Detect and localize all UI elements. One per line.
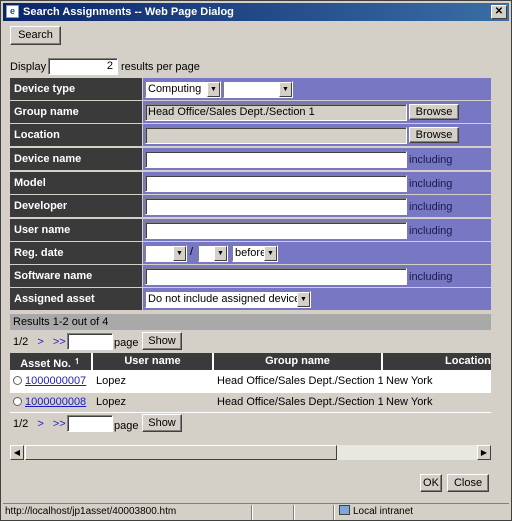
group-name-field[interactable]: Head Office/Sales Dept./Section 1 — [145, 104, 407, 121]
model-label: Model — [10, 172, 142, 194]
scroll-left-icon[interactable]: ◀ — [10, 445, 24, 460]
user-name-input[interactable] — [145, 222, 407, 239]
chevron-down-icon: ▼ — [297, 292, 310, 307]
row-model: Model including — [10, 172, 491, 194]
dialog-window: e Search Assignments -- Web Page Dialog … — [0, 0, 512, 521]
results-table: Asset No. ↿ User name Group name Locatio… — [10, 353, 491, 413]
user-name-match-label: including — [409, 225, 453, 237]
row-reg-date: Reg. date ▼ / ▼ before ▼ — [10, 242, 491, 264]
device-subtype-select[interactable]: ▼ — [223, 81, 293, 98]
close-window-button[interactable]: ✕ — [491, 5, 507, 19]
asset-no-link[interactable]: 1000000007 — [25, 375, 86, 387]
device-type-select[interactable]: Computing ▼ — [145, 81, 221, 98]
results-per-page-label: results per page — [121, 61, 200, 73]
next-page-link[interactable]: > — [37, 336, 43, 348]
location-cell: New York — [383, 393, 491, 412]
show-page-button[interactable]: Show — [142, 414, 182, 432]
col-user-name[interactable]: User name — [93, 353, 213, 370]
last-page-link[interactable]: >> — [53, 418, 66, 430]
row-group-name: Group name Head Office/Sales Dept./Secti… — [10, 101, 491, 123]
results-per-page-input[interactable]: 2 — [48, 58, 118, 75]
device-name-label: Device name — [10, 148, 142, 170]
window-title: Search Assignments -- Web Page Dialog — [23, 6, 234, 18]
location-cell: New York — [383, 372, 491, 391]
results-summary: Results 1-2 out of 4 — [10, 314, 491, 330]
group-name-cell: Head Office/Sales Dept./Section 1 — [214, 372, 384, 391]
reg-date-label: Reg. date — [10, 242, 142, 264]
status-url: http://localhost/jp1asset/40003800.htm — [5, 506, 177, 517]
display-label: Display — [10, 61, 47, 73]
page-number-input[interactable] — [67, 415, 113, 432]
chevron-down-icon: ▼ — [214, 246, 227, 261]
group-browse-button[interactable]: Browse — [409, 104, 459, 120]
model-match-label: including — [409, 178, 453, 190]
ok-button[interactable]: OK — [420, 474, 442, 492]
group-name-label: Group name — [10, 101, 142, 123]
chevron-down-icon: ▼ — [264, 246, 277, 261]
row-assigned-asset: Assigned asset Do not include assigned d… — [10, 288, 491, 310]
group-name-cell: Head Office/Sales Dept./Section 1 — [214, 393, 384, 412]
row-select-radio[interactable] — [13, 397, 22, 406]
horizontal-scrollbar[interactable]: ◀ ▶ — [10, 445, 491, 460]
device-name-input[interactable] — [145, 151, 407, 168]
developer-input[interactable] — [145, 198, 407, 215]
pager-bottom: 1/2 > >> — [13, 415, 66, 433]
reg-date-month-select[interactable]: ▼ — [145, 245, 187, 262]
close-button[interactable]: Close — [447, 474, 489, 492]
table-row: 1000000007 — [10, 372, 93, 391]
sort-indicator-icon: ↿ — [74, 357, 81, 366]
assigned-asset-label: Assigned asset — [10, 288, 142, 310]
show-page-button[interactable]: Show — [142, 332, 182, 350]
asset-no-link[interactable]: 1000000008 — [25, 396, 86, 408]
col-asset-no[interactable]: Asset No. ↿ — [10, 353, 92, 370]
chevron-down-icon: ▼ — [173, 246, 186, 261]
pager-top: 1/2 > >> — [13, 333, 66, 351]
software-name-label: Software name — [10, 265, 142, 287]
title-bar: e Search Assignments -- Web Page Dialog … — [3, 3, 509, 21]
scroll-right-icon[interactable]: ▶ — [477, 445, 491, 460]
ie-page-icon: e — [6, 5, 19, 18]
software-name-input[interactable] — [145, 268, 407, 285]
row-select-radio[interactable] — [13, 376, 22, 385]
user-name-cell: Lopez — [93, 393, 214, 412]
row-device-name: Device name including — [10, 148, 491, 170]
device-type-label: Device type — [10, 78, 142, 100]
chevron-down-icon: ▼ — [279, 82, 292, 97]
user-name-label: User name — [10, 219, 142, 241]
row-developer: Developer including — [10, 195, 491, 217]
last-page-link[interactable]: >> — [53, 336, 66, 348]
location-label: Location — [10, 124, 142, 146]
page-indicator: 1/2 — [13, 418, 29, 430]
row-user-name: User name including — [10, 219, 491, 241]
table-row: 1000000008 — [10, 393, 93, 412]
local-intranet-icon — [339, 505, 350, 515]
search-button[interactable]: Search — [10, 26, 61, 45]
page-label: page — [114, 337, 139, 349]
location-browse-button[interactable]: Browse — [409, 127, 459, 143]
security-zone: Local intranet — [339, 504, 413, 520]
location-field[interactable] — [145, 127, 407, 144]
col-location[interactable]: Location — [383, 353, 491, 370]
page-number-input[interactable] — [67, 333, 113, 350]
page-label: page — [114, 420, 139, 432]
row-software-name: Software name including — [10, 265, 491, 287]
developer-match-label: including — [409, 201, 453, 213]
row-location: Location Browse — [10, 124, 491, 146]
reg-date-day-select[interactable]: ▼ — [198, 245, 228, 262]
device-name-match-label: including — [409, 154, 453, 166]
next-page-link[interactable]: > — [37, 418, 43, 430]
row-device-type: Device type Computing ▼ ▼ — [10, 78, 491, 100]
date-separator: / — [190, 246, 194, 258]
model-input[interactable] — [145, 175, 407, 192]
chevron-down-icon: ▼ — [207, 82, 220, 97]
status-bar: http://localhost/jp1asset/40003800.htm L… — [3, 503, 509, 520]
assigned-asset-select[interactable]: Do not include assigned devices ▼ — [145, 291, 311, 308]
developer-label: Developer — [10, 195, 142, 217]
col-group-name[interactable]: Group name — [214, 353, 382, 370]
scroll-thumb[interactable] — [25, 445, 337, 460]
reg-date-condition-select[interactable]: before ▼ — [232, 245, 278, 262]
user-name-cell: Lopez — [93, 372, 214, 391]
software-name-match-label: including — [409, 271, 453, 283]
page-indicator: 1/2 — [13, 336, 29, 348]
